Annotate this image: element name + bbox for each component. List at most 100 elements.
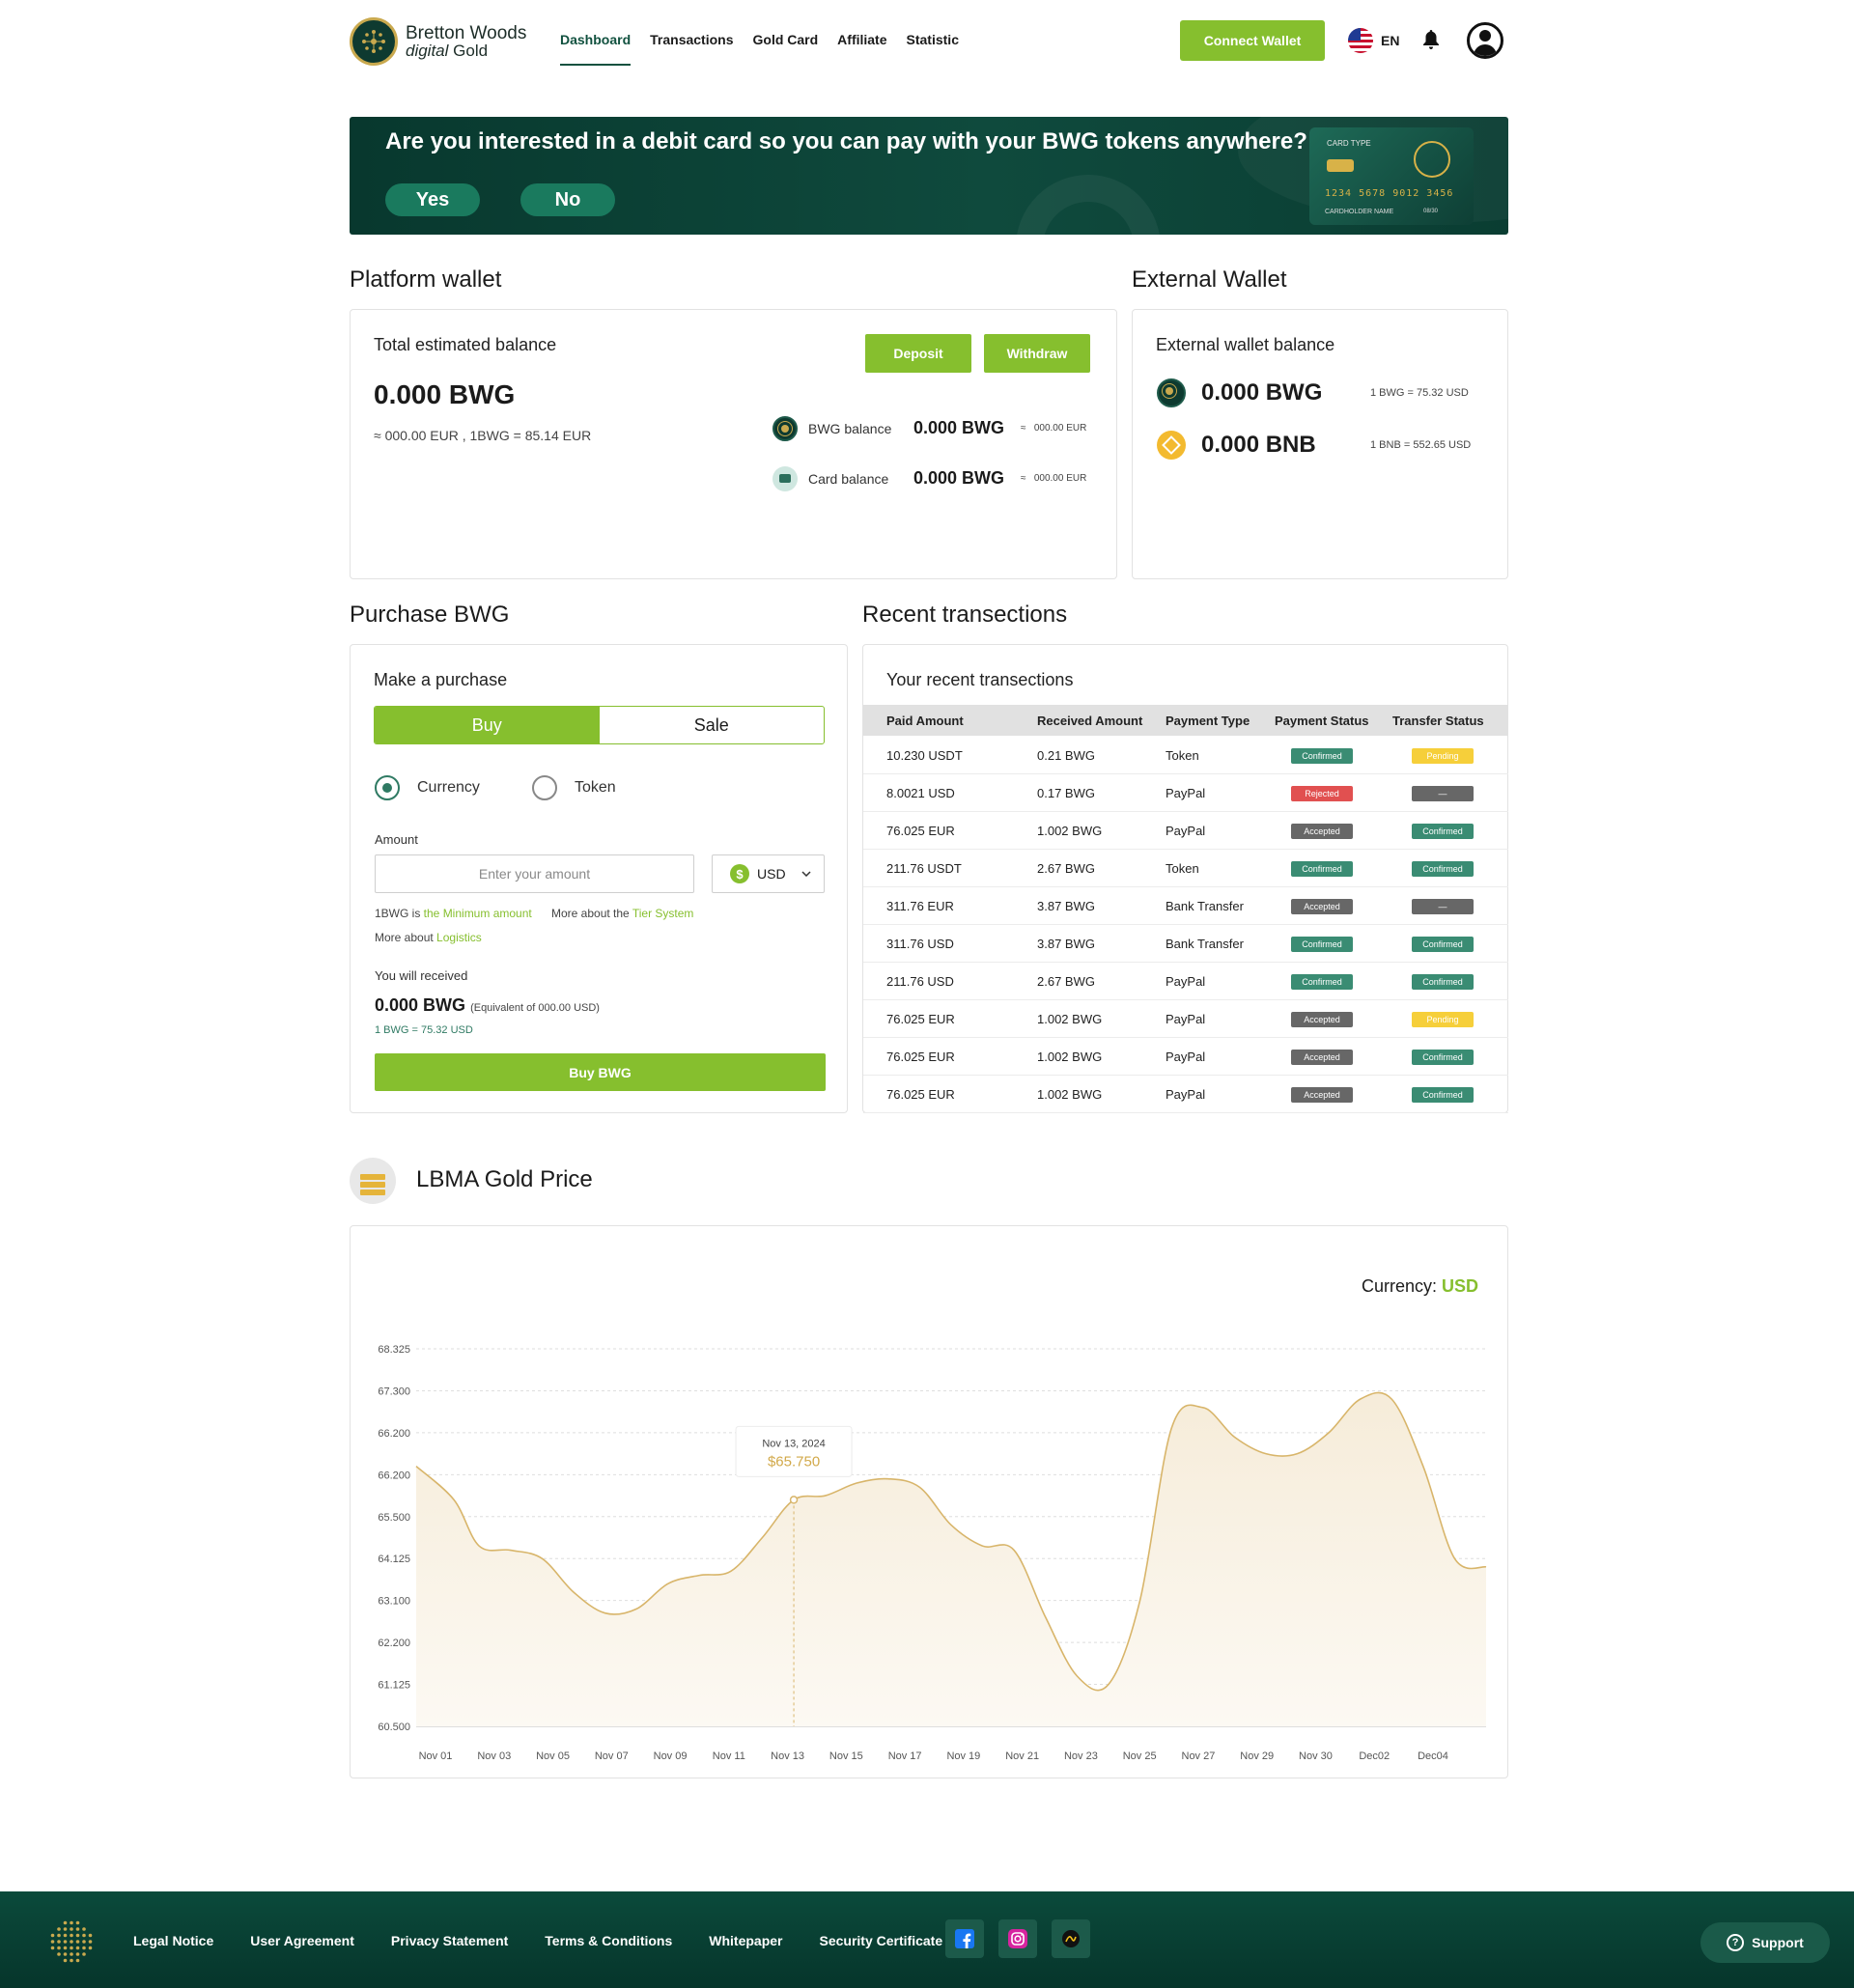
bell-icon[interactable] bbox=[1423, 30, 1439, 54]
y-tick-label: 66.200 bbox=[378, 1428, 410, 1440]
external-bwg-rate: 1 BWG = 75.32 USD bbox=[1370, 387, 1469, 399]
debit-card-image: CARD TYPE 1234 5678 9012 3456 CARDHOLDER… bbox=[1309, 127, 1474, 225]
card-holder: CARDHOLDER NAME bbox=[1325, 209, 1394, 215]
logo-dot bbox=[57, 1940, 61, 1944]
payment-status-badge: Accepted bbox=[1291, 1050, 1353, 1065]
logo-dot bbox=[75, 1940, 80, 1944]
x-tick-label: Nov 19 bbox=[946, 1750, 980, 1762]
buy-tab[interactable]: Buy bbox=[375, 707, 600, 743]
brand-line-2-italic: digital bbox=[406, 42, 449, 60]
bnb-coin-icon bbox=[1157, 431, 1186, 460]
x-tick-label: Nov 25 bbox=[1123, 1750, 1157, 1762]
receive-value-text: 0.000 BWG bbox=[375, 995, 466, 1015]
logistics-link[interactable]: Logistics bbox=[436, 931, 482, 944]
question-icon: ? bbox=[1727, 1934, 1745, 1951]
payment-status-badge: Accepted bbox=[1291, 1087, 1353, 1103]
deposit-button[interactable]: Deposit bbox=[865, 334, 971, 373]
approx-icon: ≈ bbox=[374, 428, 381, 443]
nav-statistic[interactable]: Statistic bbox=[907, 32, 959, 47]
minimum-amount-link[interactable]: the Minimum amount bbox=[424, 907, 532, 920]
brand-line-1: Bretton Woods bbox=[406, 23, 527, 43]
approx-icon: ≈ bbox=[1021, 423, 1026, 434]
us-flag-icon bbox=[1348, 28, 1373, 53]
banner-no-button[interactable]: No bbox=[520, 183, 615, 216]
table-row[interactable]: 76.025 EUR 1.002 BWG PayPal Accepted Confirm… bbox=[863, 812, 1508, 850]
currency-select[interactable]: $ USD bbox=[712, 854, 825, 893]
chevron-down-icon bbox=[801, 871, 811, 877]
amount-input[interactable] bbox=[375, 854, 694, 893]
main-menu: Dashboard Transactions Gold Card Affilia… bbox=[560, 32, 959, 66]
tier-system-link[interactable]: Tier System bbox=[632, 907, 694, 920]
logo-dot bbox=[88, 1940, 93, 1944]
table-row[interactable]: 211.76 USD 2.67 BWG PayPal Confirmed Confirm… bbox=[863, 963, 1508, 1000]
nav-gold-card[interactable]: Gold Card bbox=[753, 32, 819, 47]
nav-dashboard[interactable]: Dashboard bbox=[560, 32, 632, 66]
external-wallet-card: External wallet balance 0.000 BWG 1 BWG … bbox=[1132, 309, 1508, 579]
transfer-status-badge: — bbox=[1412, 899, 1474, 914]
table-row[interactable]: 76.025 EUR 1.002 BWG PayPal Accepted Confirm… bbox=[863, 1076, 1508, 1113]
gold-chart-card: Currency: USD 60.500 61.125 62.200 63.100 64… bbox=[350, 1225, 1508, 1778]
footer-logo-icon[interactable] bbox=[48, 1918, 95, 1970]
currency-radio[interactable] bbox=[375, 775, 400, 800]
sale-tab[interactable]: Sale bbox=[600, 707, 825, 743]
token-radio[interactable] bbox=[532, 775, 557, 800]
facebook-icon[interactable] bbox=[945, 1919, 984, 1958]
card-type-label: CARD TYPE bbox=[1327, 139, 1371, 148]
language-selector[interactable]: EN bbox=[1348, 28, 1399, 53]
minimum-amount-hint: 1BWG is the Minimum amount bbox=[375, 907, 532, 920]
gold-price-title: LBMA Gold Price bbox=[416, 1166, 593, 1192]
logo-dot bbox=[75, 1946, 80, 1950]
x-tick-label: Dec04 bbox=[1418, 1750, 1448, 1762]
banner-yes-button[interactable]: Yes bbox=[385, 183, 480, 216]
nav-transactions[interactable]: Transactions bbox=[650, 32, 733, 47]
support-button[interactable]: ? Support bbox=[1700, 1922, 1830, 1963]
top-nav: Bretton Woods digital Gold Dashboard Tra… bbox=[0, 0, 1854, 81]
table-row[interactable]: 311.76 USD 3.87 BWG Bank Transfer Confirmed… bbox=[863, 925, 1508, 963]
buy-sale-toggle: Buy Sale bbox=[374, 706, 825, 744]
logo-dot bbox=[88, 1946, 93, 1950]
table-row[interactable]: 76.025 EUR 1.002 BWG PayPal Accepted Pending bbox=[863, 1000, 1508, 1038]
user-avatar-icon[interactable] bbox=[1467, 22, 1503, 59]
cell-paid-amount: 76.025 EUR bbox=[886, 1087, 955, 1102]
card-balance-eur: ≈ 000.00 EUR bbox=[1021, 473, 1086, 484]
connect-wallet-button[interactable]: Connect Wallet bbox=[1180, 20, 1325, 61]
table-row[interactable]: 8.0021 USD 0.17 BWG PayPal Rejected — bbox=[863, 774, 1508, 812]
receive-label: You will received bbox=[375, 968, 468, 983]
table-row[interactable]: 76.025 EUR 1.002 BWG PayPal Accepted Confirm… bbox=[863, 1038, 1508, 1076]
table-row[interactable]: 10.230 USDT 0.21 BWG Token Confirmed Pending bbox=[863, 737, 1508, 774]
bwg-balance-label: BWG balance bbox=[808, 421, 892, 436]
payment-status-badge: Accepted bbox=[1291, 1012, 1353, 1027]
buy-bwg-button[interactable]: Buy BWG bbox=[375, 1053, 826, 1091]
transfer-status-badge: Pending bbox=[1412, 748, 1474, 764]
footer-user-agreement[interactable]: User Agreement bbox=[250, 1933, 354, 1948]
footer-legal-notice[interactable]: Legal Notice bbox=[133, 1933, 213, 1948]
coinmarket-icon[interactable] bbox=[1052, 1919, 1090, 1958]
x-tick-label: Nov 17 bbox=[888, 1750, 922, 1762]
footer-terms[interactable]: Terms & Conditions bbox=[545, 1933, 672, 1948]
footer-whitepaper[interactable]: Whitepaper bbox=[709, 1933, 782, 1948]
payment-status-badge: Accepted bbox=[1291, 899, 1353, 914]
transfer-status-badge: Confirmed bbox=[1412, 1087, 1474, 1103]
brand-logo[interactable]: Bretton Woods digital Gold bbox=[350, 17, 526, 66]
logo-dot bbox=[70, 1933, 73, 1938]
withdraw-button[interactable]: Withdraw bbox=[984, 334, 1090, 373]
card-expiry: 08/30 bbox=[1423, 209, 1439, 214]
approx-text: 000.00 EUR , 1BWG = 85.14 EUR bbox=[384, 428, 592, 443]
header-payment-status: Payment Status bbox=[1275, 714, 1369, 728]
amount-label: Amount bbox=[375, 832, 418, 847]
footer-security-certificate[interactable]: Security Certificate bbox=[820, 1933, 943, 1948]
logo-dot bbox=[70, 1940, 73, 1944]
footer-privacy-statement[interactable]: Privacy Statement bbox=[391, 1933, 508, 1948]
logistics-hint-text: More about bbox=[375, 931, 437, 944]
table-row[interactable]: 311.76 EUR 3.87 BWG Bank Transfer Accepted — bbox=[863, 887, 1508, 925]
instagram-icon[interactable] bbox=[998, 1919, 1037, 1958]
table-row[interactable]: 211.76 USDT 2.67 BWG Token Confirmed Confirm… bbox=[863, 850, 1508, 887]
total-balance-value: 0.000 BWG bbox=[374, 379, 516, 409]
external-bnb-value: 0.000 BNB bbox=[1201, 432, 1316, 458]
logo-dot bbox=[75, 1927, 80, 1931]
bwg-balance-value: 0.000 BWG bbox=[913, 418, 1005, 437]
logo-dot bbox=[57, 1927, 61, 1931]
debit-card-banner: Are you interested in a debit card so yo… bbox=[350, 117, 1508, 235]
support-label: Support bbox=[1752, 1935, 1804, 1950]
nav-affiliate[interactable]: Affiliate bbox=[837, 32, 886, 47]
